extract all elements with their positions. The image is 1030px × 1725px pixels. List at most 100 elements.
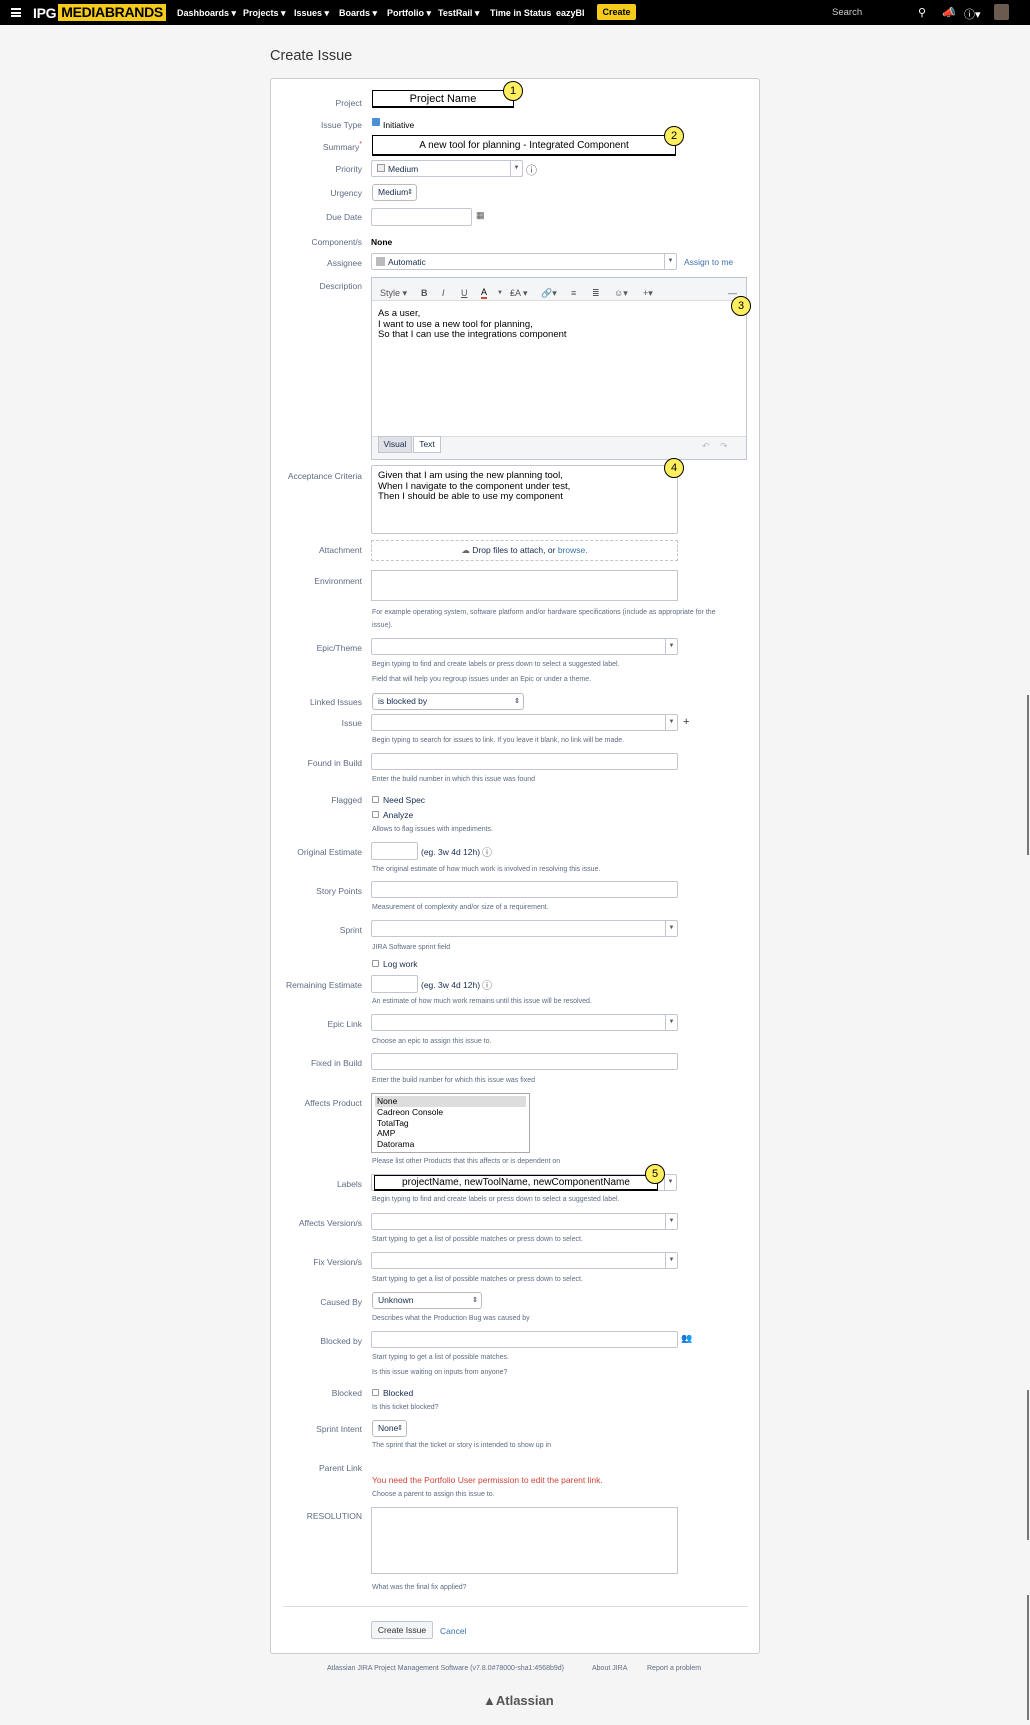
- nav-testrail[interactable]: TestRail ▾: [438, 8, 479, 19]
- cancel-link[interactable]: Cancel: [440, 1626, 466, 1636]
- user-picker-icon[interactable]: 👥: [681, 1333, 692, 1344]
- blocked-checkbox[interactable]: [372, 1389, 379, 1396]
- priority-select[interactable]: Medium ▼: [371, 160, 523, 177]
- labels-label: Labels: [336, 1179, 362, 1189]
- browse-link[interactable]: browse.: [558, 545, 588, 555]
- issue-input[interactable]: ▼: [371, 714, 678, 731]
- fix-version-input[interactable]: ▼: [371, 1252, 678, 1269]
- nav-time-in-status[interactable]: Time in Status: [490, 8, 551, 18]
- analyze-checkbox[interactable]: [372, 811, 379, 818]
- numbered-list-icon[interactable]: ≣: [592, 288, 600, 299]
- chevron-down-icon: ▼: [665, 921, 677, 936]
- sprint-input[interactable]: ▼: [371, 920, 678, 937]
- insert-more-icon[interactable]: +▾: [643, 288, 653, 299]
- italic-icon[interactable]: I: [442, 288, 445, 298]
- due-date-input[interactable]: [371, 208, 472, 226]
- bullet-list-icon[interactable]: ≡: [571, 288, 576, 298]
- caused-by-select[interactable]: Unknown ⇕: [372, 1292, 482, 1309]
- chevron-down-icon: ▼: [665, 639, 677, 654]
- story-points-input[interactable]: [371, 881, 678, 898]
- atlassian-logo[interactable]: ▲Atlassian: [483, 1693, 554, 1708]
- resolution-textarea[interactable]: [371, 1507, 678, 1574]
- chevron-down-icon[interactable]: ▼: [664, 1175, 676, 1190]
- need-spec-checkbox[interactable]: [372, 796, 379, 803]
- create-issue-button[interactable]: Create Issue: [371, 1621, 433, 1639]
- affects-version-input[interactable]: ▼: [371, 1213, 678, 1230]
- labels-field[interactable]: projectName, newToolName, newComponentNa…: [374, 1175, 658, 1191]
- affects-product-listbox[interactable]: None Cadreon Console TotalTag AMP Datora…: [371, 1093, 530, 1153]
- nav-issues[interactable]: Issues ▾: [294, 8, 329, 19]
- listbox-option[interactable]: AMP: [372, 1128, 529, 1139]
- redo-icon[interactable]: ↷: [720, 441, 728, 452]
- listbox-option[interactable]: Datorama: [372, 1139, 529, 1150]
- issue-type-value[interactable]: Initiative: [383, 120, 414, 130]
- assignee-select[interactable]: Automatic ▼: [371, 253, 677, 270]
- emoticon-icon[interactable]: ☺▾: [614, 288, 628, 299]
- epic-link-input[interactable]: ▼: [371, 1014, 678, 1031]
- components-label: Component/s: [311, 237, 362, 247]
- fixed-in-build-input[interactable]: [371, 1053, 678, 1070]
- help-icon[interactable]: ⓘ▾: [964, 6, 981, 22]
- nav-portfolio[interactable]: Portfolio ▾: [387, 8, 431, 19]
- description-textarea[interactable]: As a user, I want to use a new tool for …: [372, 300, 746, 437]
- assign-to-me-link[interactable]: Assign to me: [684, 257, 733, 267]
- found-in-build-input[interactable]: [371, 753, 678, 770]
- logo-mediabrands: MEDIABRANDS: [58, 4, 166, 21]
- scrollbar[interactable]: [1027, 1390, 1029, 1540]
- sprint-intent-select[interactable]: None ⇕: [372, 1420, 407, 1437]
- listbox-option[interactable]: TotalTag: [372, 1118, 529, 1129]
- found-in-build-label: Found in Build: [307, 758, 362, 768]
- blocked-by-input[interactable]: [371, 1331, 678, 1348]
- epic-theme-input[interactable]: ▼: [371, 638, 678, 655]
- remaining-estimate-input[interactable]: [371, 975, 418, 993]
- listbox-option[interactable]: Cadreon Console: [372, 1107, 529, 1118]
- scrollbar[interactable]: [1027, 695, 1029, 855]
- chevron-down-icon[interactable]: ▼: [497, 290, 503, 296]
- text-color-icon[interactable]: A: [481, 288, 488, 299]
- nav-dashboards[interactable]: Dashboards ▾: [177, 8, 236, 19]
- help-icon[interactable]: ⓘ: [526, 162, 537, 178]
- report-problem-link[interactable]: Report a problem: [647, 1665, 701, 1672]
- attachment-dropzone[interactable]: ☁ Drop files to attach, or browse.: [371, 540, 678, 561]
- logo-ipg: IPG: [33, 4, 57, 21]
- calendar-icon[interactable]: ▦: [476, 210, 485, 221]
- project-field[interactable]: Project Name: [372, 90, 514, 108]
- scrollbar[interactable]: [1027, 1595, 1029, 1720]
- tab-visual[interactable]: Visual: [378, 436, 412, 453]
- tab-text[interactable]: Text: [413, 436, 441, 453]
- megaphone-icon[interactable]: 📣: [942, 6, 956, 19]
- undo-icon[interactable]: ↶: [702, 441, 710, 452]
- help-icon[interactable]: ⓘ: [482, 844, 492, 859]
- chevron-down-icon: ▼: [665, 1015, 677, 1030]
- resolution-help: What was the final fix applied?: [372, 1584, 467, 1591]
- nav-eazybi[interactable]: eazyBI: [556, 8, 585, 18]
- bold-icon[interactable]: B: [421, 288, 428, 298]
- search-icon[interactable]: ⚲: [918, 6, 926, 19]
- create-button[interactable]: Create: [597, 4, 636, 20]
- issue-help: Begin typing to search for issues to lin…: [372, 737, 625, 744]
- urgency-label: Urgency: [330, 188, 362, 198]
- original-estimate-input[interactable]: [371, 842, 418, 860]
- acceptance-criteria-textarea[interactable]: Given that I am using the new planning t…: [371, 465, 678, 534]
- menu-icon[interactable]: [11, 8, 21, 17]
- link-icon[interactable]: 🔗▾: [541, 288, 557, 299]
- about-jira-link[interactable]: About JIRA: [592, 1665, 627, 1672]
- logo[interactable]: IPG MEDIABRANDS: [33, 4, 166, 21]
- underline-icon[interactable]: U: [461, 288, 468, 298]
- style-dropdown[interactable]: Style ▾: [380, 288, 407, 299]
- acceptance-line: Then I should be able to use my componen…: [378, 491, 563, 502]
- nav-projects[interactable]: Projects ▾: [243, 8, 286, 19]
- chevron-down-icon: ▼: [664, 254, 676, 269]
- avatar[interactable]: [994, 4, 1009, 20]
- nav-boards[interactable]: Boards ▾: [339, 8, 377, 19]
- listbox-option-selected[interactable]: None: [375, 1096, 526, 1107]
- environment-textarea[interactable]: [371, 570, 678, 601]
- font-size-icon[interactable]: ₤A ▾: [510, 288, 528, 299]
- log-work-checkbox[interactable]: [372, 960, 379, 967]
- linked-issues-select[interactable]: is blocked by ⇕: [372, 693, 524, 710]
- search-input[interactable]: Search: [832, 7, 862, 18]
- urgency-select[interactable]: Medium ⇕: [372, 184, 417, 201]
- help-icon[interactable]: ⓘ: [482, 977, 492, 992]
- summary-field[interactable]: A new tool for planning - Integrated Com…: [372, 135, 676, 156]
- add-icon[interactable]: +: [683, 716, 689, 728]
